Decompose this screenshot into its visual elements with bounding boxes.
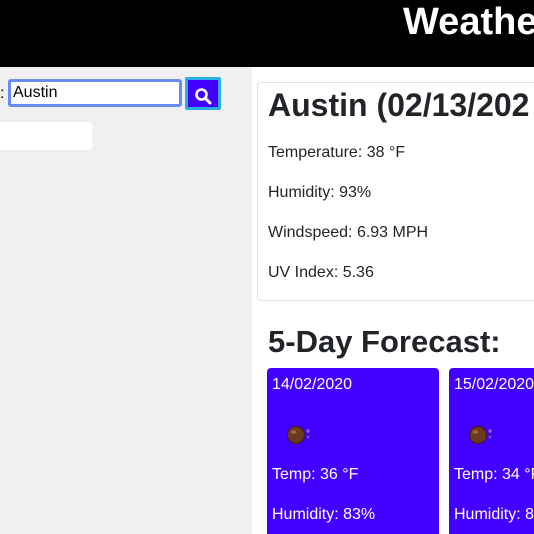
search-history-item[interactable] <box>0 122 92 150</box>
forecast-temp: Temp: 34 °F <box>454 466 534 483</box>
forecast-humidity: Humidity: 8 <box>454 506 534 523</box>
forecast-date: 15/02/2020 <box>454 376 534 393</box>
current-uv-index: UV Index: 5.36 <box>268 264 374 281</box>
forecast-heading: 5-Day Forecast: <box>268 324 501 359</box>
weather-dashboard: Weathe : Austin (02/13/202 Temperature: … <box>0 0 534 534</box>
forecast-card: 15/02/2020 Temp: 34 °F Humidity: 8 <box>449 368 534 534</box>
current-city-title: Austin (02/13/202 <box>268 87 530 123</box>
app-title: Weathe <box>403 1 534 43</box>
header-bar: Weathe <box>0 0 534 67</box>
forecast-date: 14/02/2020 <box>272 376 353 393</box>
forecast-humidity: Humidity: 83% <box>272 506 376 523</box>
search-label: : <box>0 85 5 102</box>
forecast-temp: Temp: 36 °F <box>272 466 359 483</box>
forecast-card: 14/02/2020 Temp: 36 °F Humidity: 83% <box>267 368 439 534</box>
current-windspeed: Windspeed: 6.93 MPH <box>268 224 429 241</box>
current-temperature: Temperature: 38 °F <box>268 144 406 161</box>
city-search-input[interactable] <box>8 79 182 107</box>
weather-icon <box>469 426 492 444</box>
weather-icon <box>287 426 310 444</box>
current-humidity: Humidity: 93% <box>268 184 372 201</box>
search-button[interactable] <box>185 77 221 110</box>
search-icon <box>195 88 212 105</box>
